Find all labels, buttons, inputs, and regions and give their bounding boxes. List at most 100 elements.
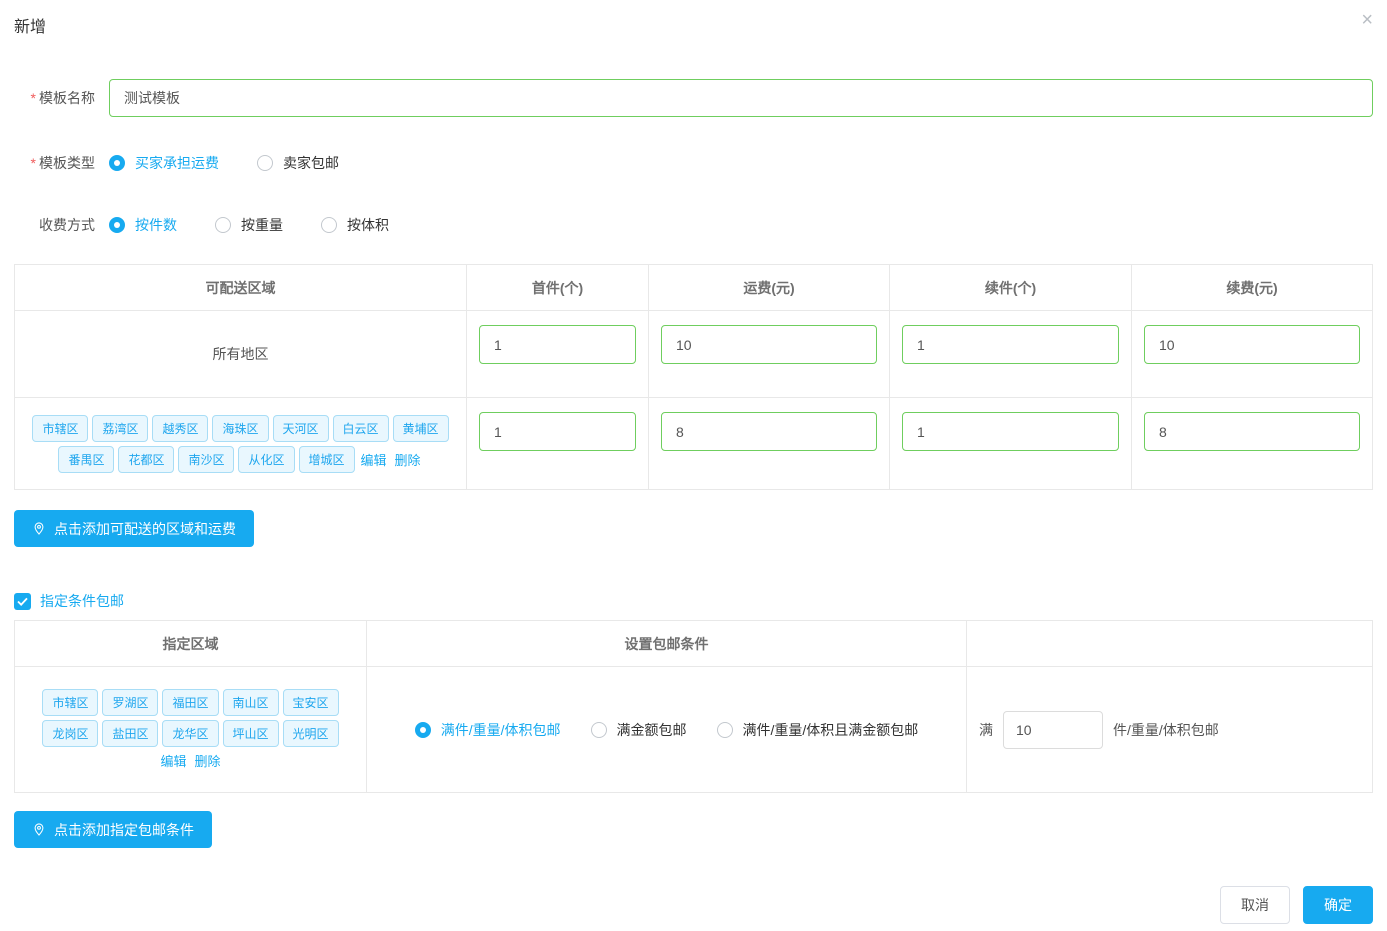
radio-buyer-pays-freight[interactable]: 买家承担运费 (109, 153, 219, 173)
conditional-free-shipping-checkbox-row[interactable]: 指定条件包邮 (14, 591, 1373, 611)
required-mark: * (31, 155, 36, 171)
add-deliverable-area-button[interactable]: 点击添加可配送的区域和运费 (14, 510, 254, 547)
first-qty-input[interactable] (479, 412, 636, 451)
radio-qty-and-amount-free[interactable]: 满件/重量/体积且满金额包邮 (717, 720, 919, 740)
condition-suffix: 件/重量/体积包邮 (1113, 720, 1219, 740)
template-name-row: *模板名称 (14, 79, 1373, 117)
free-shipping-row: 市辖区罗湖区福田区南山区宝安区龙岗区盐田区龙华区坪山区光明区 编辑 删除 满件/… (15, 666, 1372, 792)
district-tag: 福田区 (162, 689, 218, 716)
district-tag: 越秀区 (152, 415, 208, 442)
radio-unchecked-icon (215, 217, 231, 233)
radio-label: 按重量 (241, 215, 283, 235)
table-row-all-areas: 所有地区 (15, 310, 1372, 397)
district-tag: 龙岗区 (42, 720, 98, 747)
radio-unchecked-icon (717, 722, 733, 738)
delete-link[interactable]: 删除 (395, 450, 421, 469)
district-tag: 龙华区 (162, 720, 218, 747)
next-fee-input[interactable] (1144, 325, 1360, 364)
freight-table-header: 可配送区域 首件(个) 运费(元) 续件(个) 续费(元) (15, 265, 1372, 310)
district-tag: 罗湖区 (102, 689, 158, 716)
location-pin-icon (32, 521, 46, 536)
district-tag: 花都区 (118, 446, 174, 473)
condition-radio-cell: 满件/重量/体积包邮 满金额包邮 满件/重量/体积且满金额包邮 (366, 667, 966, 792)
freight-input[interactable] (661, 325, 877, 364)
cancel-button[interactable]: 取消 (1220, 886, 1290, 924)
freight-table: 可配送区域 首件(个) 运费(元) 续件(个) 续费(元) 所有地区 市辖区荔湾… (14, 264, 1373, 490)
confirm-button[interactable]: 确定 (1303, 886, 1373, 924)
edit-link[interactable]: 编辑 (160, 751, 186, 770)
charge-method-row: 收费方式 按件数 按重量 按体积 (14, 215, 1373, 235)
charge-method-radio-group: 按件数 按重量 按体积 (109, 215, 427, 235)
district-tag: 市辖区 (42, 689, 98, 716)
radio-checked-icon (415, 722, 431, 738)
next-qty-input[interactable] (902, 325, 1119, 364)
radio-checked-icon (109, 155, 125, 171)
charge-method-label: 收费方式 (14, 215, 95, 235)
close-icon[interactable]: × (1361, 10, 1373, 30)
radio-unchecked-icon (591, 722, 607, 738)
district-tag: 白云区 (333, 415, 389, 442)
template-name-label: *模板名称 (14, 88, 95, 108)
free-shipping-table: 指定区域 设置包邮条件 市辖区罗湖区福田区南山区宝安区龙岗区盐田区龙华区坪山区光… (14, 620, 1373, 793)
radio-by-piece[interactable]: 按件数 (109, 215, 177, 235)
col-header-empty (966, 621, 1372, 666)
delete-link[interactable]: 删除 (195, 751, 221, 770)
condition-value-cell: 满 件/重量/体积包邮 (966, 667, 1372, 792)
radio-label: 按件数 (135, 215, 177, 235)
district-tag: 增城区 (299, 446, 355, 473)
radio-by-volume[interactable]: 按体积 (321, 215, 389, 235)
next-qty-input[interactable] (902, 412, 1119, 451)
location-pin-icon (32, 822, 46, 837)
district-tag: 荔湾区 (92, 415, 148, 442)
district-tag: 宝安区 (283, 689, 339, 716)
radio-label: 满金额包邮 (617, 720, 687, 740)
add-area-button-label: 点击添加可配送的区域和运费 (54, 519, 236, 539)
district-tag: 从化区 (238, 446, 294, 473)
radio-unchecked-icon (257, 155, 273, 171)
district-tag: 光明区 (283, 720, 339, 747)
district-tag: 黄埔区 (393, 415, 449, 442)
edit-link[interactable]: 编辑 (361, 450, 387, 469)
district-tag: 海珠区 (212, 415, 268, 442)
condition-prefix: 满 (979, 720, 993, 740)
charge-method-label-text: 收费方式 (39, 217, 95, 233)
area-cell: 所有地区 (15, 311, 466, 397)
condition-value-input[interactable] (1003, 711, 1103, 749)
first-qty-input[interactable] (479, 325, 636, 364)
add-condition-button-label: 点击添加指定包邮条件 (54, 820, 194, 840)
col-header-condition: 设置包邮条件 (366, 621, 966, 666)
radio-label: 卖家包邮 (283, 153, 339, 173)
template-type-radio-group: 买家承担运费 卖家包邮 (109, 153, 377, 173)
template-name-label-text: 模板名称 (39, 90, 95, 106)
freight-input[interactable] (661, 412, 877, 451)
table-row-custom-areas: 市辖区荔湾区越秀区海珠区天河区白云区黄埔区番禺区花都区南沙区从化区增城区 编辑 … (15, 397, 1372, 489)
radio-seller-free-shipping[interactable]: 卖家包邮 (257, 153, 339, 173)
required-mark: * (31, 90, 36, 106)
district-tag: 番禺区 (58, 446, 114, 473)
area-text: 所有地区 (213, 344, 269, 364)
radio-by-weight[interactable]: 按重量 (215, 215, 283, 235)
district-tag: 南沙区 (178, 446, 234, 473)
district-tag: 市辖区 (32, 415, 88, 442)
add-free-shipping-condition-button[interactable]: 点击添加指定包邮条件 (14, 811, 212, 848)
col-header-specified-area: 指定区域 (15, 621, 366, 666)
col-header-freight: 运费(元) (648, 265, 889, 310)
district-tag: 天河区 (273, 415, 329, 442)
page-title: 新增 (14, 13, 1373, 37)
checkbox-checked-icon (14, 593, 31, 610)
radio-label: 按体积 (347, 215, 389, 235)
district-tag: 盐田区 (102, 720, 158, 747)
radio-label: 满件/重量/体积且满金额包邮 (743, 720, 919, 740)
col-header-deliverable-area: 可配送区域 (15, 265, 466, 310)
district-tags-cell: 市辖区荔湾区越秀区海珠区天河区白云区黄埔区番禺区花都区南沙区从化区增城区 编辑 … (15, 398, 466, 489)
col-header-first-qty: 首件(个) (466, 265, 648, 310)
dialog-footer: 取消 确定 (1220, 886, 1373, 924)
add-template-dialog: 新增 × *模板名称 *模板类型 买家承担运费 卖家包邮 收费方式 按件数 (0, 0, 1387, 931)
col-header-next-qty: 续件(个) (889, 265, 1131, 310)
template-type-label-text: 模板类型 (39, 155, 95, 171)
template-name-input[interactable] (109, 79, 1373, 117)
col-header-next-fee: 续费(元) (1131, 265, 1372, 310)
radio-qty-weight-volume-free[interactable]: 满件/重量/体积包邮 (415, 720, 561, 740)
radio-amount-free[interactable]: 满金额包邮 (591, 720, 687, 740)
next-fee-input[interactable] (1144, 412, 1360, 451)
